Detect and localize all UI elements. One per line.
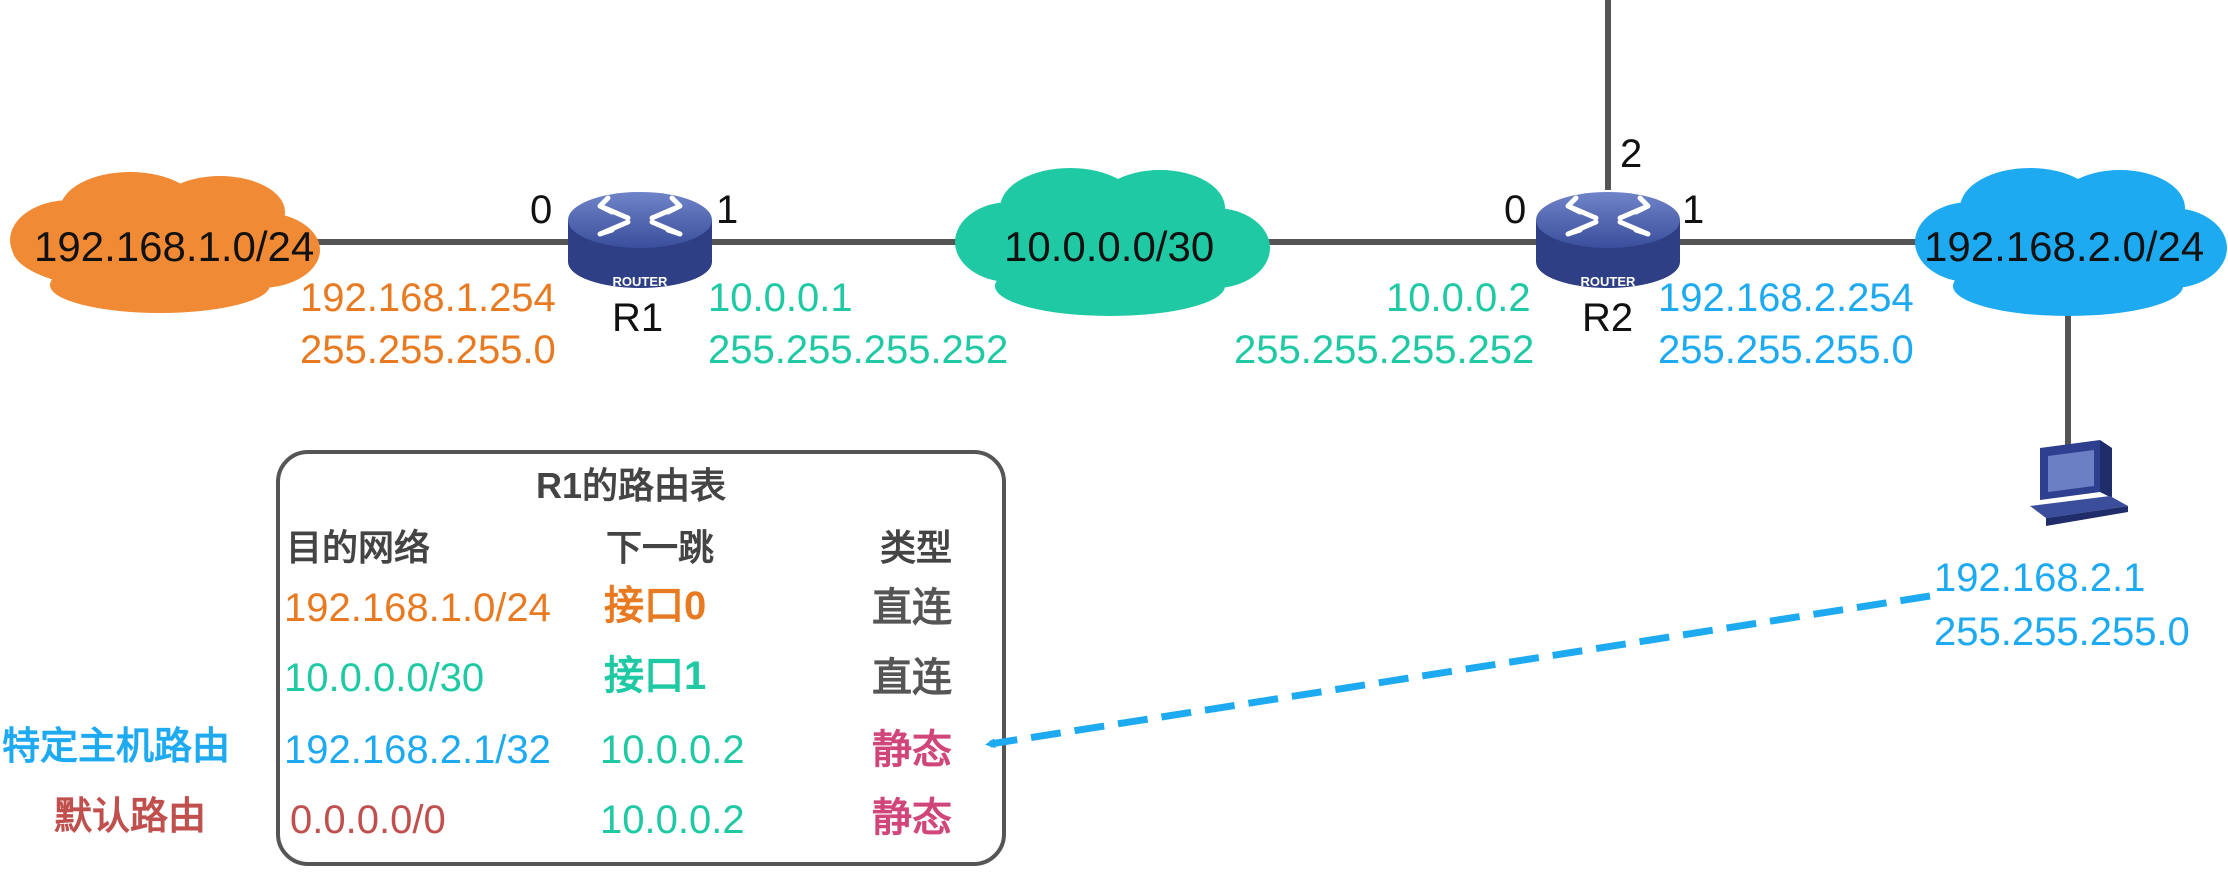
row4-dest: 0.0.0.0/0 (290, 798, 446, 842)
network-middle-label: 10.0.0.0/30 (1004, 223, 1215, 270)
row3-type: 静态 (872, 728, 952, 772)
router-r1-badge: ROUTER (613, 274, 669, 289)
host-mask: 255.255.255.0 (1934, 610, 2190, 654)
computer-icon (2030, 440, 2128, 526)
row2-next: 接口1 (604, 654, 707, 698)
row1-type: 直连 (872, 586, 952, 630)
row3-side-label: 特定主机路由 (2, 726, 231, 768)
r2-if0-ip: 10.0.0.2 (1386, 276, 1531, 320)
router-r2-badge: ROUTER (1581, 274, 1637, 289)
r1-port0-label: 0 (530, 188, 553, 232)
r1-if1-ip: 10.0.0.1 (708, 276, 853, 320)
r2-port0-label: 0 (1504, 188, 1527, 232)
header-type: 类型 (880, 527, 953, 568)
row1-dest: 192.168.1.0/24 (284, 586, 551, 630)
header-next-hop: 下一跳 (606, 527, 715, 568)
r2-if1-mask: 255.255.255.0 (1658, 328, 1914, 372)
router-r1-name: R1 (612, 296, 664, 340)
row3-next: 10.0.0.2 (600, 728, 745, 772)
router-r1-icon: ROUTER (568, 192, 712, 289)
host-to-route-arrow (985, 592, 1931, 749)
row1-next: 接口0 (604, 584, 707, 628)
r1-if1-mask: 255.255.255.252 (708, 328, 1009, 372)
header-dest: 目的网络 (286, 527, 431, 568)
r2-port2-label: 2 (1620, 132, 1643, 176)
row4-next: 10.0.0.2 (600, 798, 745, 842)
r1-if0-mask: 255.255.255.0 (300, 328, 556, 372)
r2-port1-label: 1 (1682, 188, 1705, 232)
row4-type: 静态 (872, 796, 952, 840)
host-ip: 192.168.2.1 (1934, 556, 2146, 600)
router-r2-name: R2 (1582, 296, 1634, 340)
row3-dest: 192.168.2.1/32 (284, 728, 551, 772)
row2-type: 直连 (872, 656, 952, 700)
network-right-label: 192.168.2.0/24 (1924, 223, 2205, 270)
row4-side-label: 默认路由 (54, 796, 207, 838)
r2-if0-mask: 255.255.255.252 (1234, 328, 1535, 372)
r1-if0-ip: 192.168.1.254 (300, 276, 556, 320)
r2-if1-ip: 192.168.2.254 (1658, 276, 1914, 320)
network-left-label: 192.168.1.0/24 (34, 223, 315, 270)
r1-port1-label: 1 (716, 188, 739, 232)
routing-table-title: R1的路由表 (536, 465, 727, 506)
row2-dest: 10.0.0.0/30 (284, 656, 485, 700)
router-r2-icon: ROUTER (1536, 192, 1680, 289)
